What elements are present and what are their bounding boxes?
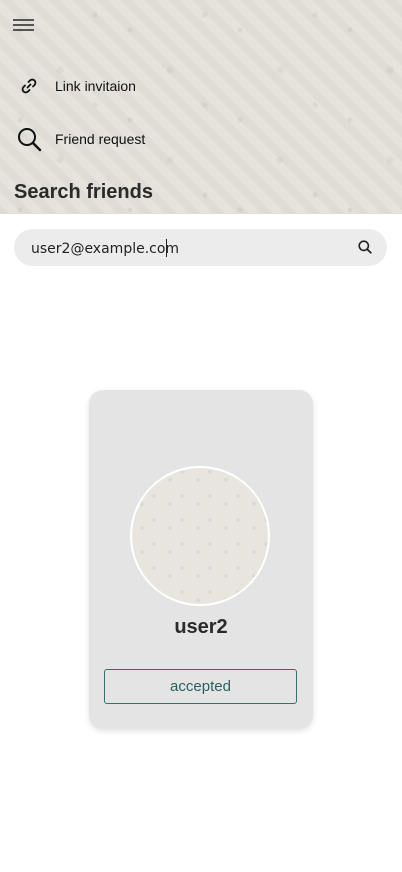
search-input[interactable] xyxy=(29,229,353,268)
nav-item-link-invitation[interactable]: Link invitaion xyxy=(16,73,136,99)
search-icon xyxy=(16,126,42,152)
link-icon xyxy=(16,73,42,99)
nav-item-label: Link invitaion xyxy=(55,78,136,94)
status-accepted-button[interactable]: accepted xyxy=(104,669,297,704)
nav-item-friend-request[interactable]: Friend request xyxy=(16,126,145,152)
avatar xyxy=(130,466,270,606)
page-title: Search friends xyxy=(14,181,153,203)
text-caret xyxy=(166,239,167,257)
friend-result-card: user2 accepted xyxy=(89,390,313,729)
search-bar[interactable] xyxy=(14,229,387,268)
search-icon[interactable] xyxy=(357,239,373,255)
username: user2 xyxy=(174,616,228,638)
header-banner: Link invitaion Friend request Search fri… xyxy=(0,0,402,214)
nav-item-label: Friend request xyxy=(55,131,146,147)
hamburger-menu-icon[interactable] xyxy=(11,14,37,36)
